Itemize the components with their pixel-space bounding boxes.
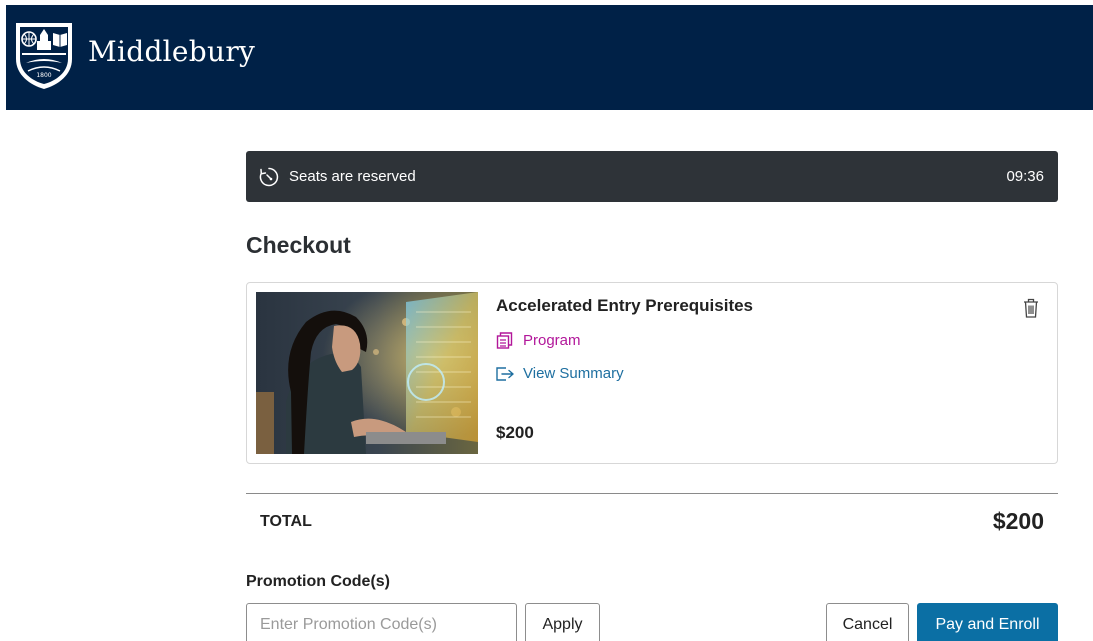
promo-code-input[interactable]: [246, 603, 517, 641]
course-thumbnail: [256, 292, 478, 454]
pay-and-enroll-button[interactable]: Pay and Enroll: [917, 603, 1058, 641]
total-label: TOTAL: [260, 513, 312, 530]
middlebury-seal-logo[interactable]: 1800: [12, 19, 76, 91]
cancel-button[interactable]: Cancel: [826, 603, 909, 641]
timer-icon: [258, 166, 280, 188]
reservation-label: Seats are reserved: [289, 168, 416, 185]
reservation-timer-bar: Seats are reserved 09:36: [246, 151, 1058, 202]
apply-promo-button[interactable]: Apply: [525, 603, 600, 641]
item-title: Accelerated Entry Prerequisites: [496, 296, 754, 315]
view-summary-link[interactable]: View Summary: [495, 365, 624, 382]
item-type: Program: [495, 330, 581, 350]
page-title: Checkout: [246, 232, 351, 258]
trash-icon: [1021, 297, 1041, 319]
seal-year: 1800: [36, 72, 51, 79]
brand-name: Middlebury: [88, 35, 256, 68]
cart-item-card: Accelerated Entry Prerequisites Program …: [246, 282, 1058, 464]
view-summary-label: View Summary: [523, 365, 624, 382]
external-link-icon: [495, 366, 523, 382]
item-price: $200: [496, 423, 534, 442]
site-header: 1800 Middlebury: [6, 5, 1093, 110]
total-value: $200: [992, 508, 1044, 534]
promo-code-label: Promotion Code(s): [246, 573, 390, 590]
reservation-countdown: 09:36: [1006, 168, 1044, 185]
stacked-pages-icon: [495, 330, 523, 350]
remove-item-button[interactable]: [1021, 297, 1041, 319]
item-type-label: Program: [523, 331, 581, 349]
total-divider: [246, 493, 1058, 494]
